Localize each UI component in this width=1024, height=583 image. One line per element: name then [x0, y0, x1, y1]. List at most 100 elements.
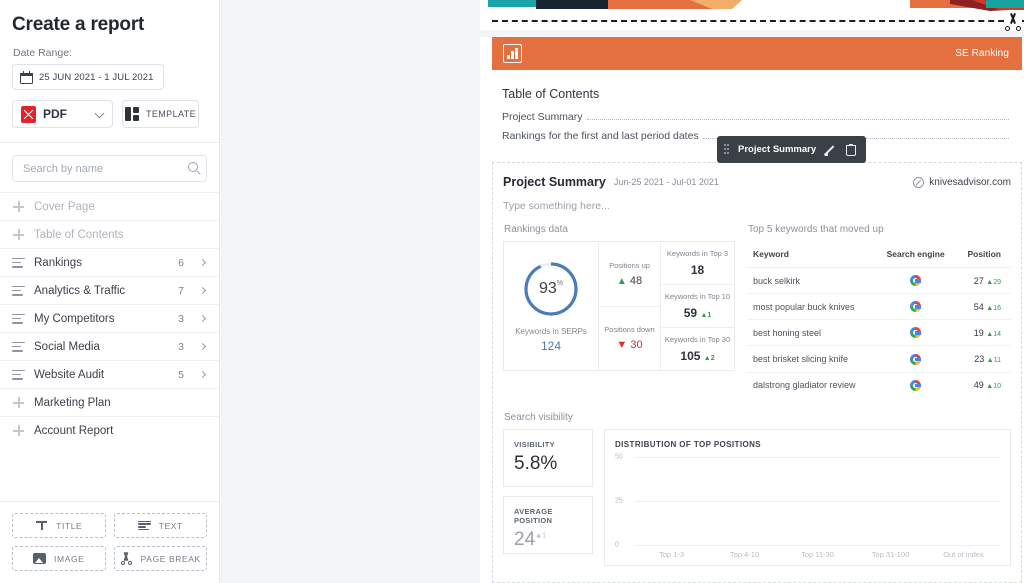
- cell-search-engine: [876, 345, 956, 373]
- donut-center-value: 93%: [521, 259, 581, 319]
- visibility-card-label: VISIBILITY: [514, 439, 555, 449]
- add-image-label: IMAGE: [54, 553, 85, 564]
- sidebar-item-website-audit[interactable]: Website Audit 5: [0, 360, 219, 388]
- chart-y-tick-label: 25: [615, 497, 623, 505]
- chart-x-axis-labels: Top 1-3 Top 4-10 Top 11-30 Top 31-100 Out of…: [635, 550, 1000, 559]
- toc-title: Table of Contents: [502, 87, 600, 101]
- globe-icon: [913, 176, 925, 188]
- chart-bars: [641, 457, 994, 545]
- pdf-icon: [21, 105, 36, 123]
- pencil-icon[interactable]: [825, 144, 837, 156]
- add-block-panel: TITLE TEXT IMAGE PAGE BREAK: [0, 501, 219, 583]
- col-position: Position: [955, 241, 1011, 268]
- sidebar-item-label: Website Audit: [34, 368, 105, 381]
- add-block-grid: TITLE TEXT IMAGE PAGE BREAK: [12, 513, 207, 571]
- report-sheet: SE Ranking Table of Contents Project Sum…: [480, 0, 1024, 583]
- sidebar-item-label: Account Report: [34, 424, 114, 437]
- summary-widgets-row: Rankings data 93% Keywords in SERPs 124 …: [493, 224, 1021, 398]
- template-grid-icon: [124, 107, 139, 121]
- table-header-row: Keyword Search engine Position: [747, 241, 1011, 268]
- sidebar-item-label: Analytics & Traffic: [34, 284, 126, 297]
- positions-up-number: 48: [629, 274, 643, 287]
- search-section: [0, 143, 219, 182]
- block-floating-toolbar[interactable]: Project Summary: [717, 136, 867, 163]
- sidebar-item-cover-page[interactable]: Cover Page: [0, 192, 219, 220]
- sidebar-item-analytics-traffic[interactable]: Analytics & Traffic 7: [0, 276, 219, 304]
- sidebar-item-count: 5: [178, 368, 184, 381]
- lines-icon: [12, 285, 25, 296]
- arrow-up-icon: ▲: [616, 275, 627, 287]
- sidebar-item-my-competitors[interactable]: My Competitors 3: [0, 304, 219, 332]
- search-input[interactable]: [13, 156, 206, 181]
- date-range-button[interactable]: 25 JUN 2021 - 1 JUL 2021: [12, 64, 164, 90]
- lines-icon: [12, 369, 25, 380]
- toc-entry-label: Project Summary: [502, 111, 583, 123]
- chevron-down-icon: [94, 108, 105, 119]
- position-value: 19: [973, 327, 984, 338]
- add-text-button[interactable]: TEXT: [113, 513, 207, 538]
- chevron-right-icon[interactable]: [198, 314, 207, 323]
- search-box[interactable]: [12, 155, 207, 182]
- brand-name: SE Ranking: [955, 48, 1009, 59]
- add-image-button[interactable]: IMAGE: [12, 546, 106, 571]
- project-site: knivesadvisor.com: [913, 176, 1011, 188]
- average-position-card: AVERAGE POSITION 24▲1: [503, 495, 593, 554]
- toc-entry[interactable]: Project Summary: [502, 111, 1012, 130]
- search-visibility-label: Search visibility: [504, 411, 573, 423]
- table-row: most popular buck knives 54 ▲16: [747, 293, 1011, 321]
- scissors-icon[interactable]: [1004, 13, 1022, 31]
- template-button[interactable]: TEMPLATE: [122, 100, 199, 128]
- chart-y-tick-label: 0: [615, 541, 619, 549]
- sidebar-item-social-media[interactable]: Social Media 3: [0, 332, 219, 360]
- calendar-icon: [20, 70, 33, 84]
- toc-leader-dots: [586, 119, 1009, 120]
- sidebar-item-account-report[interactable]: Account Report: [0, 416, 219, 444]
- project-summary-block[interactable]: Project Summary Jun-25 2021 - Jul-01 202…: [492, 162, 1022, 583]
- visibility-card: VISIBILITY 5.8%: [503, 428, 593, 487]
- sidebar-item-rankings[interactable]: Rankings 6: [0, 248, 219, 276]
- pdf-label: PDF: [43, 107, 67, 121]
- summary-text-placeholder[interactable]: Type something here...: [493, 189, 1021, 224]
- drag-handle-icon[interactable]: [724, 144, 729, 155]
- trash-icon[interactable]: [846, 143, 857, 156]
- project-summary-header: Project Summary Jun-25 2021 - Jul-01 202…: [493, 163, 1021, 189]
- sidebar-item-count: 3: [178, 340, 184, 353]
- cell-search-engine: [876, 267, 956, 295]
- chevron-right-icon[interactable]: [198, 258, 207, 267]
- cell-position: 19 ▲14: [955, 319, 1011, 347]
- positions-down-tile: Positions down ▼ 30: [599, 305, 660, 371]
- lines-icon: [12, 341, 25, 352]
- chevron-right-icon[interactable]: [198, 342, 207, 351]
- toc-entry-label: Rankings for the first and last period d…: [502, 130, 699, 142]
- chart-title: DISTRIBUTION OF TOP POSITIONS: [615, 439, 761, 449]
- chart-y-tick-label: 50: [615, 453, 623, 461]
- sidebar-header: Create a report Date Range: 25 JUN 2021 …: [0, 0, 219, 128]
- sidebar-item-table-of-contents[interactable]: Table of Contents: [0, 220, 219, 248]
- sidebar-item-label: Rankings: [34, 256, 82, 269]
- cell-search-engine: [876, 372, 955, 398]
- cover-page-remnant: [480, 0, 1024, 11]
- cell-position: 27 ▲29: [955, 267, 1011, 295]
- sidebar-item-label: Table of Contents: [34, 228, 124, 241]
- chevron-right-icon[interactable]: [198, 286, 207, 295]
- pdf-format-dropdown[interactable]: PDF: [12, 100, 113, 128]
- report-canvas: SE Ranking Table of Contents Project Sum…: [220, 0, 1024, 583]
- add-text-label: TEXT: [158, 520, 183, 531]
- average-position-number: 24: [514, 528, 536, 550]
- keywords-top-30-value: 105 ▲2: [680, 349, 714, 363]
- report-blocks-list: Cover Page Table of Contents Rankings 6 Anal…: [0, 192, 219, 444]
- google-icon: [910, 327, 922, 339]
- add-page-break-label: PAGE BREAK: [140, 553, 201, 564]
- cell-position: 49 ▲10: [955, 372, 1011, 398]
- rankings-data-panel: 93% Keywords in SERPs 124 Positions up ▲…: [503, 241, 735, 371]
- add-page-break-button[interactable]: PAGE BREAK: [113, 546, 207, 571]
- add-title-button[interactable]: TITLE: [12, 513, 106, 538]
- page-break-divider: [480, 11, 1024, 31]
- export-buttons: PDF TEMPLATE: [12, 100, 207, 128]
- keywords-top-3-label: Keywords in Top 3: [666, 248, 729, 258]
- top-positions-tiles: Keywords in Top 3 18 Keywords in Top 10 …: [661, 242, 734, 370]
- chevron-right-icon[interactable]: [198, 370, 207, 379]
- sidebar-item-label: Social Media: [34, 340, 100, 353]
- sidebar-item-marketing-plan[interactable]: Marketing Plan: [0, 388, 219, 416]
- floating-toolbar-title: Project Summary: [738, 144, 817, 155]
